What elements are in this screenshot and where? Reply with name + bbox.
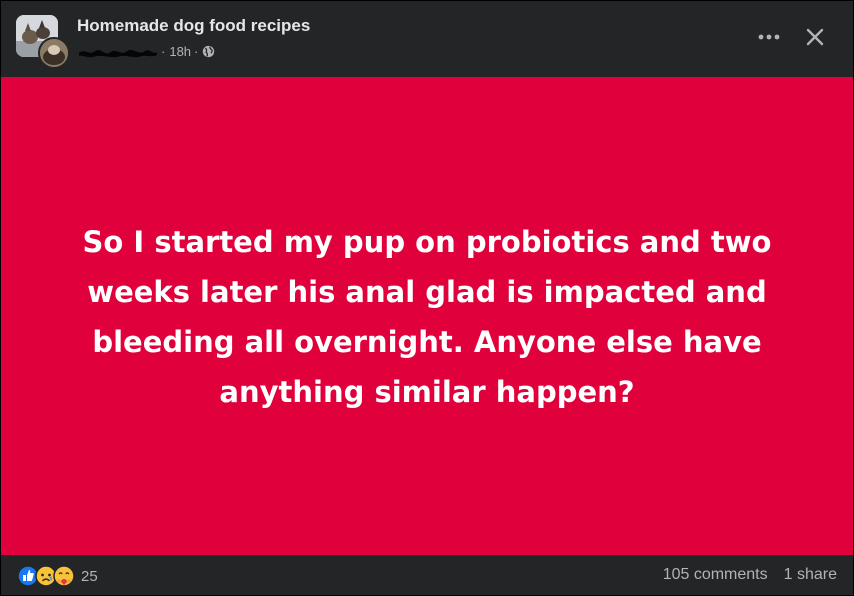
post-modal: Homemade dog food recipes · 18h · So I s…: [0, 0, 854, 596]
privacy-separator: ·: [194, 43, 199, 59]
group-name[interactable]: Homemade dog food recipes: [77, 16, 310, 36]
post-meta: · 18h ·: [77, 42, 215, 60]
user-avatar[interactable]: [38, 37, 70, 69]
post-time[interactable]: 18h: [169, 44, 191, 59]
care-reaction-icon: [53, 565, 75, 587]
avatar-stack[interactable]: [16, 15, 70, 69]
comments-count-link[interactable]: 105 comments: [663, 566, 768, 584]
close-button[interactable]: [799, 21, 831, 53]
post-footer: 25 105 comments 1 share: [1, 555, 853, 595]
more-dots-icon: [758, 34, 780, 40]
globe-icon[interactable]: [202, 45, 215, 58]
redacted-author-name: [77, 45, 159, 58]
post-time-separator: ·: [161, 43, 166, 59]
more-options-button[interactable]: [753, 23, 785, 51]
post-stats: 105 comments 1 share: [663, 566, 837, 584]
post-content: So I started my pup on probiotics and tw…: [1, 77, 853, 555]
post-header: Homemade dog food recipes · 18h ·: [1, 1, 853, 77]
post-text: So I started my pup on probiotics and tw…: [82, 225, 772, 409]
reactions-summary[interactable]: 25: [17, 565, 98, 587]
close-icon: [806, 28, 824, 46]
shares-count-link[interactable]: 1 share: [784, 566, 837, 584]
reaction-count: 25: [81, 567, 98, 585]
